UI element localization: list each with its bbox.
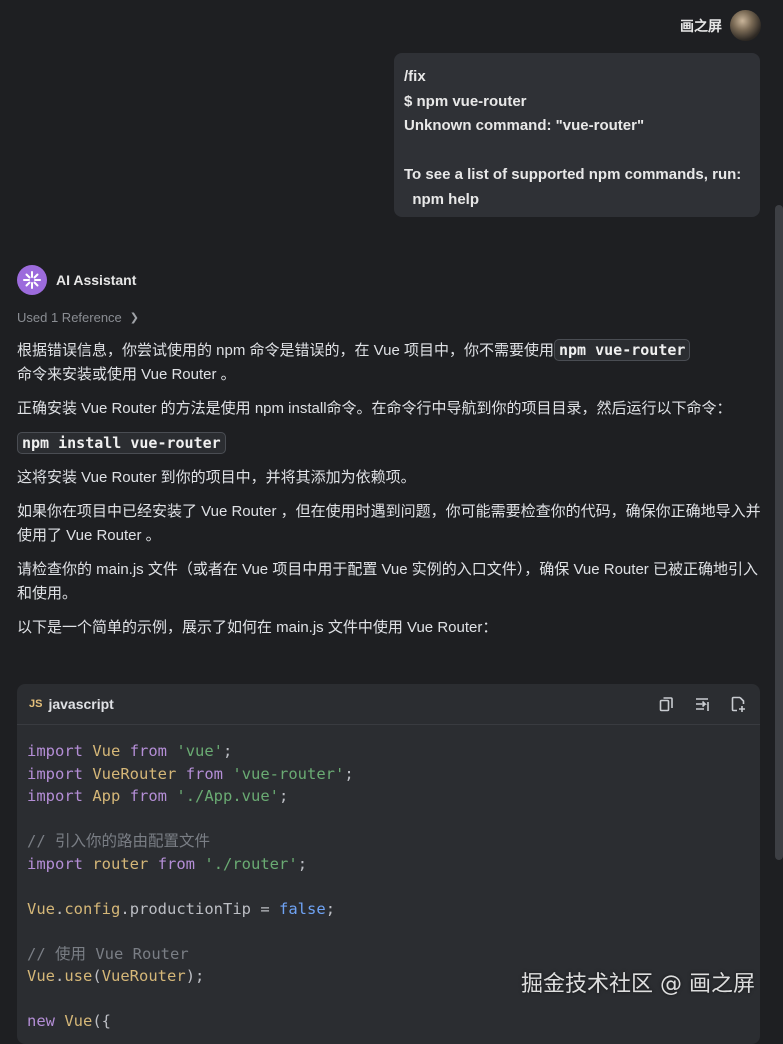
paragraph-2: 正确安装 Vue Router 的方法是使用 npm install命令。在命令…	[17, 400, 732, 417]
code-block-header: JS javascript	[17, 684, 760, 725]
assistant-response: 根据错误信息，你尝试使用的 npm 命令是错误的，在 Vue 项目中，你不需要使…	[17, 338, 762, 650]
user-avatar[interactable]	[730, 10, 761, 41]
code-token: './router'	[204, 854, 298, 873]
insert-at-caret-icon[interactable]	[692, 694, 712, 714]
code-token: false	[279, 899, 326, 918]
code-token: new	[27, 1012, 55, 1030]
code-token: from	[157, 854, 196, 873]
user-name: 画之屏	[680, 17, 722, 34]
code-actions	[656, 694, 748, 714]
paragraph-4: 如果你在项目中已经安装了 Vue Router ，但在使用时遇到问题，你可能需要…	[17, 503, 761, 544]
assistant-name: AI Assistant	[56, 272, 137, 288]
paragraph-5: 请检查你的 main.js 文件（或者在 Vue 项目中用于配置 Vue 实例的…	[17, 561, 758, 602]
reference-label: Used 1 Reference	[17, 310, 122, 325]
watermark: 掘金技术社区 @ 画之屏	[521, 972, 755, 997]
code-token: 'vue-router'	[232, 764, 345, 783]
install-command-line: npm install vue-router	[17, 431, 762, 456]
user-header: 画之屏	[680, 10, 761, 41]
inline-code-install: npm install vue-router	[17, 432, 226, 454]
code-token: './App.vue'	[176, 787, 280, 805]
assistant-logo-icon	[17, 265, 47, 295]
code-token: import	[27, 787, 83, 805]
assistant-header: AI Assistant	[17, 265, 136, 295]
code-comment: // 使用 Vue Router	[27, 944, 189, 963]
code-token: import	[27, 742, 83, 760]
paragraph-1-tail: 命令来安装或使用 Vue Router 。	[17, 366, 236, 383]
code-token: 'vue'	[176, 742, 224, 760]
code-token: import	[27, 854, 83, 873]
reference-toggle[interactable]: Used 1 Reference ❯	[17, 310, 139, 325]
chevron-right-icon: ❯	[129, 312, 139, 324]
code-token: from	[129, 742, 168, 760]
js-language-icon: JS	[29, 698, 43, 710]
paragraph-3: 这将安装 Vue Router 到你的项目中，并将其添加为依赖项。	[17, 469, 416, 486]
code-comment: // 引入你的路由配置文件	[27, 832, 210, 850]
code-token: use	[64, 967, 93, 985]
code-token: from	[185, 764, 224, 783]
code-token: VueRouter	[101, 967, 186, 985]
code-token: config	[64, 899, 121, 918]
code-token: import	[27, 764, 83, 783]
inline-code-npm-vue-router: npm vue-router	[554, 339, 691, 361]
code-token: router	[92, 854, 149, 873]
scrollbar[interactable]	[775, 205, 783, 860]
paragraph-6: 以下是一个简单的示例，展示了如何在 main.js 文件中使用 Vue Rout…	[17, 619, 498, 636]
insert-new-file-icon[interactable]	[728, 694, 748, 714]
code-language-label: javascript	[48, 696, 114, 712]
copy-icon[interactable]	[656, 694, 676, 714]
code-token: from	[129, 787, 168, 805]
code-token: Vue	[27, 967, 55, 985]
user-message-bubble: /fix $ npm vue-router Unknown command: "…	[394, 53, 760, 217]
code-token: VueRouter	[92, 764, 177, 783]
code-token: Vue	[92, 742, 121, 760]
code-token: App	[92, 787, 121, 805]
paragraph-1-text: 根据错误信息，你尝试使用的 npm 命令是错误的，在 Vue 项目中，你不需要使…	[17, 342, 554, 359]
code-token: Vue	[64, 1012, 93, 1030]
paragraph-1: 根据错误信息，你尝试使用的 npm 命令是错误的，在 Vue 项目中，你不需要使…	[17, 338, 762, 387]
code-token: productionTip	[129, 899, 252, 918]
code-token: Vue	[27, 899, 55, 918]
